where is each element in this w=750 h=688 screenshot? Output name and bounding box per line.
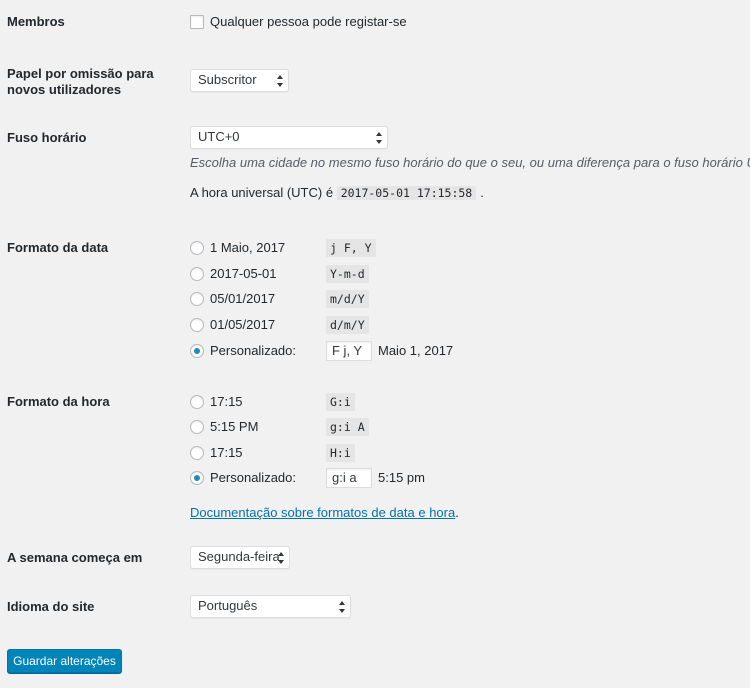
- week-start-select[interactable]: Segunda-feira: [190, 546, 290, 569]
- date-format-option-code: d/m/Y: [326, 316, 369, 334]
- membership-checkbox[interactable]: [190, 15, 204, 29]
- date-format-option-code: j F, Y: [326, 239, 376, 257]
- membership-checkbox-label[interactable]: Qualquer pessoa pode registar-se: [210, 14, 407, 30]
- date-format-option-display[interactable]: 1 Maio, 2017: [210, 240, 285, 256]
- time-format-radio[interactable]: [190, 446, 204, 460]
- timezone-select[interactable]: UTC+0: [190, 126, 388, 149]
- date-format-radio[interactable]: [190, 267, 204, 281]
- doc-link-line: Documentação sobre formatos de data e ho…: [190, 505, 459, 521]
- utc-time-value: 2017-05-01 17:15:58: [336, 186, 477, 200]
- default-role-select[interactable]: Subscritor: [190, 69, 289, 92]
- utc-time-line: A hora universal (UTC) é 2017-05-01 17:1…: [190, 184, 484, 202]
- time-format-option-code: H:i: [326, 444, 355, 462]
- default-role-label-line1: Papel por omissão para: [7, 66, 154, 81]
- default-role-label-line2: novos utilizadores: [7, 82, 122, 97]
- date-format-radio[interactable]: [190, 241, 204, 255]
- site-language-value: Português: [198, 598, 258, 613]
- date-format-custom-preview: Maio 1, 2017: [378, 343, 454, 358]
- site-language-label: Idioma do site: [7, 599, 95, 614]
- time-format-radio[interactable]: [190, 420, 204, 434]
- time-format-option-display[interactable]: 17:15: [210, 394, 243, 410]
- time-format-option-code: G:i: [326, 393, 355, 411]
- time-format-custom-preview: 5:15 pm: [378, 470, 425, 485]
- timezone-description: Escolha uma cidade no mesmo fuso horário…: [190, 155, 750, 170]
- site-language-select[interactable]: Português: [190, 595, 351, 618]
- doc-link-suffix: .: [455, 505, 459, 520]
- date-format-option-display[interactable]: 05/01/2017: [210, 291, 275, 307]
- select-arrows-icon: [339, 601, 345, 613]
- date-format-custom-label[interactable]: Personalizado:: [210, 343, 296, 359]
- date-format-custom-radio[interactable]: [190, 344, 204, 358]
- select-arrows-icon: [278, 552, 284, 564]
- time-format-option-display[interactable]: 5:15 PM: [210, 419, 258, 435]
- select-arrows-icon: [376, 132, 382, 144]
- week-start-label: A semana começa em: [7, 550, 143, 565]
- time-format-label: Formato da hora: [7, 394, 110, 409]
- week-start-value: Segunda-feira: [198, 549, 280, 564]
- date-format-option-code: m/d/Y: [326, 290, 369, 308]
- utc-time-suffix: .: [480, 185, 484, 200]
- date-format-option-display[interactable]: 01/05/2017: [210, 317, 275, 333]
- default-role-label: Papel por omissão para novos utilizadore…: [7, 66, 154, 98]
- date-format-radio[interactable]: [190, 318, 204, 332]
- timezone-label: Fuso horário: [7, 130, 87, 145]
- membership-label: Membros: [7, 14, 65, 29]
- default-role-value: Subscritor: [198, 72, 257, 87]
- date-format-custom-input[interactable]: F j, Y: [326, 341, 372, 361]
- time-format-option-display[interactable]: 17:15: [210, 445, 243, 461]
- time-format-custom-radio[interactable]: [190, 471, 204, 485]
- save-button[interactable]: Guardar alterações: [7, 649, 122, 673]
- select-arrows-icon: [277, 75, 283, 87]
- time-format-custom-label[interactable]: Personalizado:: [210, 470, 296, 486]
- time-format-option-code: g:i A: [326, 418, 369, 436]
- timezone-value: UTC+0: [198, 129, 240, 144]
- utc-time-prefix: A hora universal (UTC) é: [190, 185, 334, 200]
- date-format-radio[interactable]: [190, 292, 204, 306]
- date-format-label: Formato da data: [7, 240, 109, 255]
- time-format-custom-input[interactable]: g:i a: [326, 468, 372, 488]
- date-format-option-display[interactable]: 2017-05-01: [210, 266, 277, 282]
- date-time-docs-link[interactable]: Documentação sobre formatos de data e ho…: [190, 505, 455, 520]
- date-format-option-code: Y-m-d: [326, 265, 369, 283]
- time-format-radio[interactable]: [190, 395, 204, 409]
